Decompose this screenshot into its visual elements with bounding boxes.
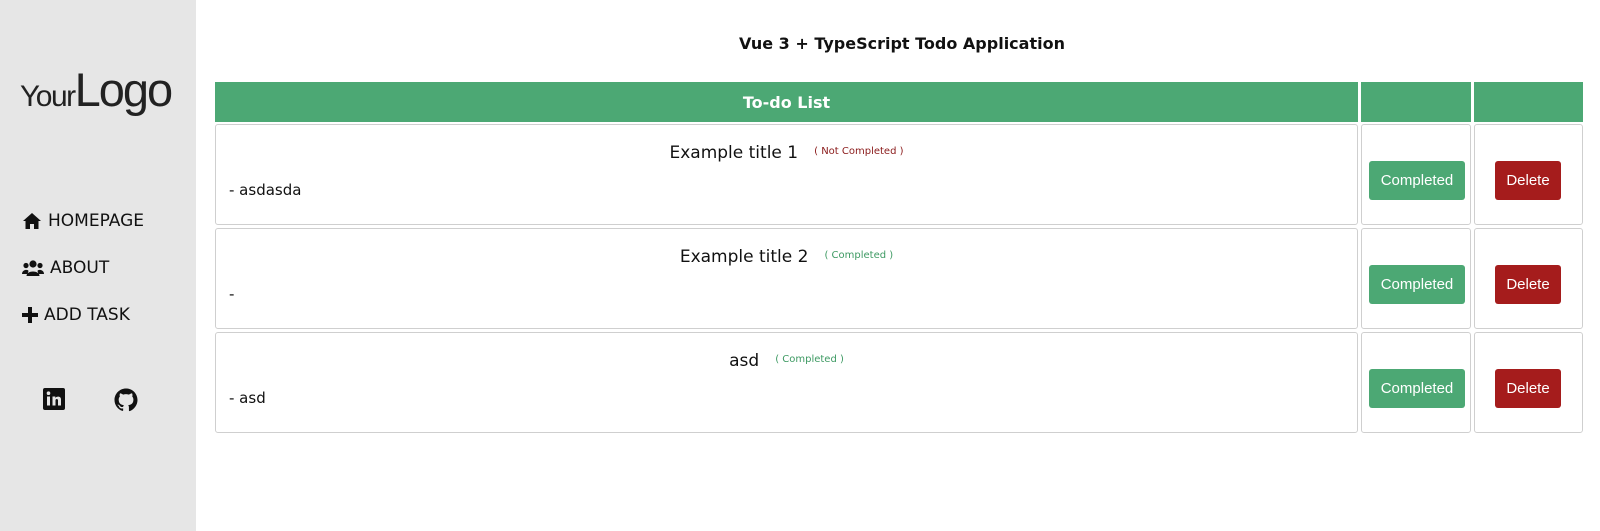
linkedin-icon[interactable] <box>43 388 67 412</box>
task-cell: Example title 2 ( Completed ) - <box>215 228 1358 329</box>
delete-button[interactable]: Delete <box>1495 369 1561 408</box>
task-cell: Example title 1 ( Not Completed ) - asda… <box>215 124 1358 225</box>
task-title: Example title 2 <box>679 247 809 267</box>
complete-cell: Completed <box>1361 228 1471 329</box>
task-description: - <box>229 285 235 303</box>
delete-cell: Delete <box>1474 332 1583 433</box>
nav-homepage[interactable]: HOMEPAGE <box>22 211 144 231</box>
task-description: - asdasda <box>229 181 302 199</box>
delete-button[interactable]: Delete <box>1495 161 1561 200</box>
nav-homepage-label: HOMEPAGE <box>48 211 144 231</box>
sidebar: Your Logo HOMEPAGE ABOUT ADD TASK <box>0 0 196 531</box>
delete-cell: Delete <box>1474 228 1583 329</box>
task-title: Example title 1 <box>669 143 799 163</box>
table-header-col3 <box>1474 82 1583 122</box>
delete-cell: Delete <box>1474 124 1583 225</box>
logo-text-your: Your <box>20 80 76 113</box>
nav-add-task-label: ADD TASK <box>44 305 130 325</box>
task-status: ( Completed ) <box>775 354 844 365</box>
page-title: Vue 3 + TypeScript Todo Application <box>739 34 1065 53</box>
complete-cell: Completed <box>1361 124 1471 225</box>
task-title: asd <box>729 351 760 371</box>
complete-cell: Completed <box>1361 332 1471 433</box>
complete-button[interactable]: Completed <box>1369 369 1465 408</box>
users-icon <box>22 259 44 277</box>
logo-text-logo: Logo <box>74 63 174 116</box>
logo[interactable]: Your Logo <box>20 62 174 118</box>
task-header: Example title 1 ( Not Completed ) <box>216 143 1357 163</box>
nav-about[interactable]: ABOUT <box>22 258 109 278</box>
task-cell: asd ( Completed ) - asd <box>215 332 1358 433</box>
task-status: ( Completed ) <box>824 250 894 261</box>
nav-about-label: ABOUT <box>50 258 110 278</box>
complete-button[interactable]: Completed <box>1369 161 1465 200</box>
main-content: Vue 3 + TypeScript Todo Application To-d… <box>196 0 1600 531</box>
nav-add-task[interactable]: ADD TASK <box>22 305 130 325</box>
complete-button[interactable]: Completed <box>1369 265 1465 304</box>
table-header-col2 <box>1361 82 1471 122</box>
delete-button[interactable]: Delete <box>1495 265 1561 304</box>
task-header: asd ( Completed ) <box>216 351 1357 371</box>
task-description: - asd <box>229 389 266 407</box>
home-icon <box>22 212 42 230</box>
github-icon[interactable] <box>114 388 138 412</box>
task-status: ( Not Completed ) <box>814 146 904 157</box>
task-header: Example title 2 ( Completed ) <box>216 247 1357 267</box>
plus-icon <box>22 307 38 323</box>
table-header-todo-list: To-do List <box>215 82 1358 122</box>
